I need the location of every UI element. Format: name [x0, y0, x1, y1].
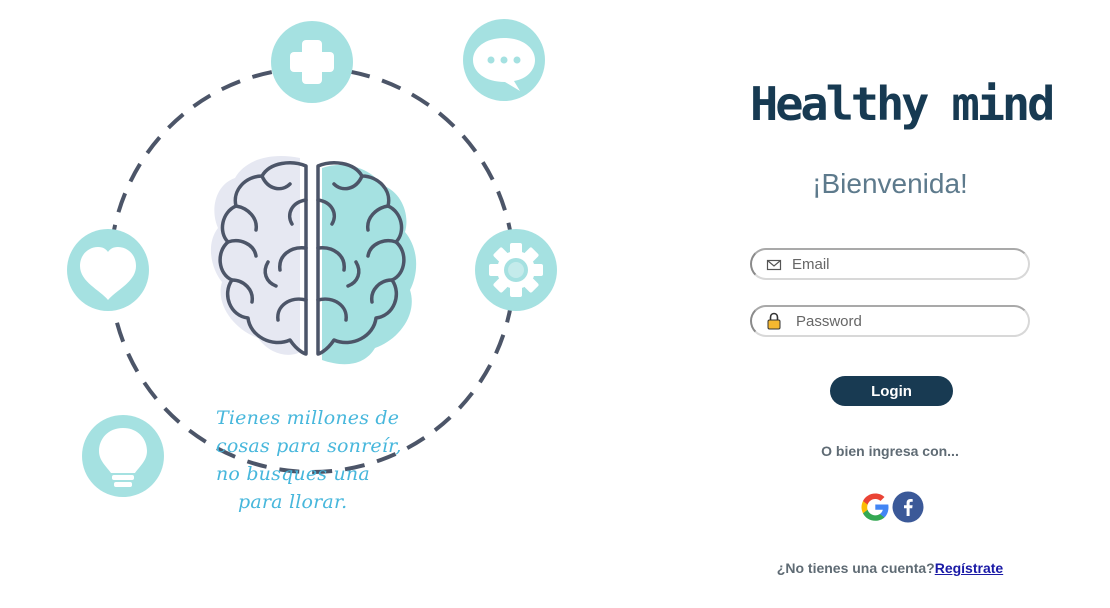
brand-logo: Healthy mind — [750, 77, 1055, 131]
login-page: Tienes millones de cosas para sonreír, n… — [0, 0, 1110, 608]
signup-prompt-text: ¿No tienes una cuenta? — [776, 560, 935, 576]
illustration-art — [67, 19, 557, 497]
password-input[interactable] — [796, 307, 1026, 335]
signup-prompt: ¿No tienes una cuenta?Regístrate — [740, 560, 1040, 576]
quote-line: para llorar. — [238, 491, 348, 513]
lightbulb-icon — [82, 415, 164, 497]
plus-icon — [271, 21, 353, 103]
lock-icon — [767, 312, 781, 330]
quote-line: Tienes millones de — [216, 407, 400, 429]
google-icon[interactable] — [859, 491, 891, 523]
gear-icon — [475, 229, 557, 311]
email-input[interactable] — [792, 250, 1022, 278]
quote-line: no busques una — [216, 463, 370, 485]
password-field[interactable] — [750, 305, 1030, 337]
heart-icon — [67, 229, 149, 311]
welcome-heading: ¡Bienvenida! — [812, 168, 968, 199]
login-panel: Healthy mind ¡Bienvenida! Login O bien i… — [740, 0, 1055, 608]
envelope-icon — [766, 259, 782, 271]
alternative-login-text: O bien ingresa con... — [821, 443, 959, 459]
login-button[interactable]: Login — [830, 376, 953, 406]
chat-bubble-icon — [463, 19, 545, 101]
quote-line: cosas para sonreír, — [216, 435, 402, 457]
brain-icon — [210, 156, 417, 365]
signup-link[interactable]: Regístrate — [935, 560, 1003, 576]
illustration-panel: Tienes millones de cosas para sonreír, n… — [0, 0, 640, 608]
facebook-icon[interactable] — [892, 491, 924, 523]
motivational-quote: Tienes millones de cosas para sonreír, n… — [216, 404, 456, 516]
email-field[interactable] — [750, 248, 1030, 280]
